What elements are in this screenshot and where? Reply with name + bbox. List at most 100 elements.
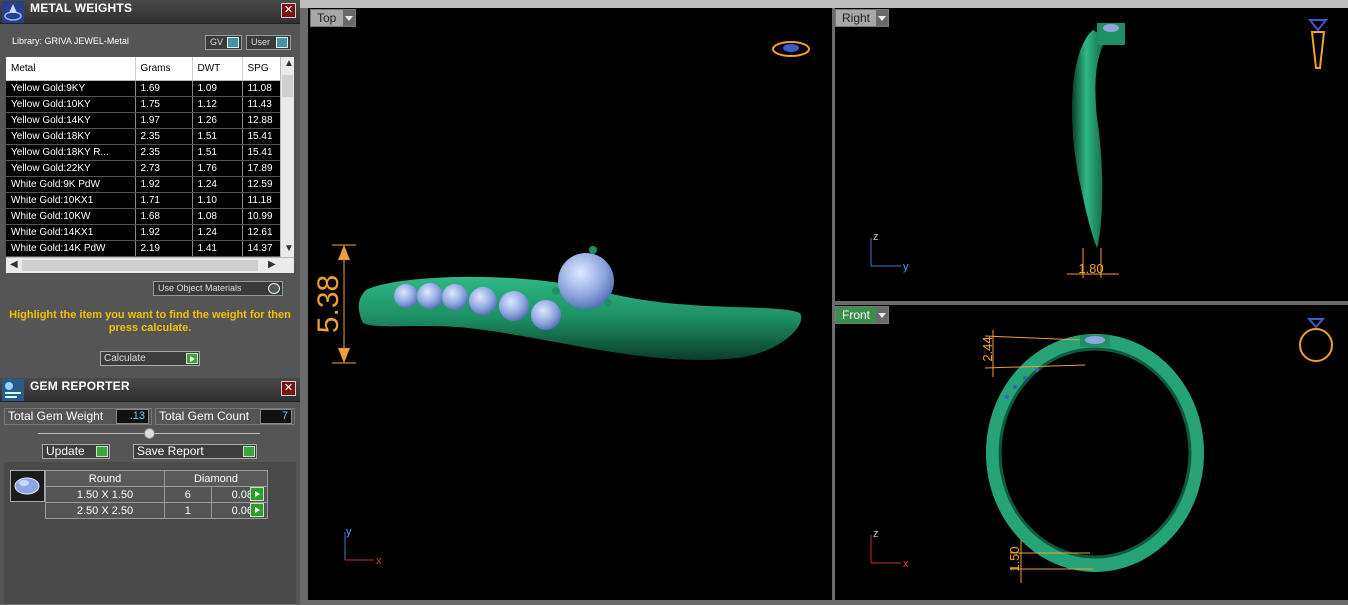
- top-dimension-label: 5.38: [312, 275, 345, 333]
- calculate-button[interactable]: Calculate: [100, 351, 200, 366]
- user-toggle-indicator: [276, 37, 288, 48]
- column-header-spg[interactable]: SPG: [242, 57, 281, 81]
- scroll-up-icon[interactable]: ▲: [284, 58, 294, 69]
- axis-v-label: z: [873, 231, 879, 243]
- dimension-line: [984, 335, 1081, 341]
- gem-row[interactable]: 2.50 X 2.50 1 0.06tw: [45, 502, 269, 519]
- gem-reporter-close-button[interactable]: ✕: [281, 381, 296, 396]
- use-object-materials-toggle[interactable]: Use Object Materials: [153, 281, 283, 296]
- gem-row[interactable]: 1.50 X 1.50 6 0.08tw: [45, 486, 269, 503]
- metal-table-horizontal-scrollbar[interactable]: ◀ ▶: [6, 257, 294, 273]
- metal-row[interactable]: White Gold:10KX1 1.71 1.10 11.18: [6, 192, 281, 209]
- scroll-down-icon[interactable]: ▼: [284, 243, 294, 254]
- metal-row[interactable]: Yellow Gold:10KY 1.75 1.12 11.43: [6, 96, 281, 113]
- metal-cell-metal: White Gold:14KX1: [6, 224, 136, 241]
- chevron-down-icon[interactable]: [876, 307, 888, 323]
- view-gem-icon: [1307, 19, 1329, 32]
- view-cube-icon[interactable]: [1310, 31, 1326, 69]
- metal-row[interactable]: White Gold:14K PdW 2.19 1.41 14.37: [6, 240, 281, 257]
- small-gem: [1013, 385, 1017, 389]
- top-viewport[interactable]: 5.38 y x Top: [308, 8, 832, 600]
- user-toggle-label: User: [251, 37, 271, 47]
- column-header-dwt[interactable]: DWT: [192, 57, 243, 81]
- tab-right[interactable]: Right: [835, 9, 889, 27]
- front-view-canvas[interactable]: 2.44 1.50 z x: [835, 305, 1348, 600]
- gv-toggle-label: GV: [210, 37, 224, 47]
- tab-front[interactable]: Front: [835, 306, 889, 324]
- metal-row[interactable]: Yellow Gold:9KY 1.69 1.09 11.08: [6, 80, 281, 97]
- metal-row[interactable]: White Gold:9K PdW 1.92 1.24 12.59: [6, 176, 281, 193]
- gem-row-select-button[interactable]: [250, 487, 264, 501]
- small-gem: [531, 300, 561, 330]
- metal-table-vertical-scrollbar[interactable]: ▲ ▼: [280, 57, 294, 257]
- metal-cell-spg: 17.89: [242, 160, 281, 177]
- center-gem: [1085, 336, 1105, 344]
- metal-cell-spg: 15.41: [242, 128, 281, 145]
- right-view-canvas[interactable]: 1.80 z y: [835, 8, 1348, 301]
- metal-cell-metal: White Gold:14K PdW: [6, 240, 136, 257]
- metal-cell-grams: 2.19: [135, 240, 193, 257]
- scroll-left-icon[interactable]: ◀: [10, 259, 18, 270]
- user-toggle[interactable]: User: [246, 35, 291, 50]
- gem-shape-header: Round: [45, 470, 165, 487]
- small-gem: [394, 284, 418, 308]
- metal-cell-grams: 1.92: [135, 224, 193, 241]
- metal-row[interactable]: Yellow Gold:18KY 2.35 1.51 15.41: [6, 128, 281, 145]
- metal-weights-icon: [2, 1, 24, 23]
- update-button[interactable]: Update: [42, 444, 110, 459]
- update-label: Update: [46, 444, 85, 458]
- column-header-grams[interactable]: Grams: [135, 57, 193, 81]
- ring-inner-edge: [998, 347, 1192, 559]
- metal-row[interactable]: White Gold:10KW 1.68 1.08 10.99: [6, 208, 281, 225]
- small-gem: [1005, 395, 1009, 399]
- gv-toggle[interactable]: GV: [205, 35, 242, 50]
- tab-right-label: Right: [842, 11, 871, 25]
- metal-cell-spg: 12.61: [242, 224, 281, 241]
- metal-weights-close-button[interactable]: ✕: [281, 3, 296, 18]
- chevron-down-icon[interactable]: [876, 10, 888, 26]
- vertical-scroll-thumb[interactable]: [282, 75, 293, 97]
- gem-count: 1: [164, 502, 212, 519]
- column-header-metal[interactable]: Metal: [6, 57, 136, 81]
- gem-reporter-title: GEM REPORTER: [30, 379, 130, 393]
- small-gem: [469, 287, 497, 315]
- round-gem-thumbnail: [10, 470, 45, 502]
- prong: [604, 299, 612, 307]
- play-icon: [96, 446, 108, 457]
- metal-row[interactable]: Yellow Gold:22KY 2.73 1.76 17.89: [6, 160, 281, 177]
- play-icon: [186, 353, 198, 364]
- right-viewport[interactable]: 1.80 z y Right: [835, 8, 1348, 301]
- gem-reporter-header: GEM REPORTER ✕: [0, 378, 300, 402]
- metal-cell-grams: 1.68: [135, 208, 193, 225]
- round-diamond-icon: [14, 477, 40, 495]
- total-gem-count-label: Total Gem Count: [159, 409, 250, 423]
- metal-row[interactable]: Yellow Gold:18KY R... 2.35 1.51 15.41: [6, 144, 281, 161]
- view-cube-icon[interactable]: [1299, 328, 1333, 362]
- metal-cell-spg: 11.08: [242, 80, 281, 97]
- metal-cell-dwt: 1.41: [192, 240, 243, 257]
- small-gem: [442, 284, 468, 310]
- gem-slider-knob[interactable]: [144, 428, 155, 439]
- metal-cell-dwt: 1.08: [192, 208, 243, 225]
- total-gem-count-value: 7: [260, 409, 292, 424]
- metal-cell-spg: 12.88: [242, 112, 281, 129]
- metal-cell-dwt: 1.24: [192, 224, 243, 241]
- metal-row[interactable]: Yellow Gold:14KY 1.97 1.26 12.88: [6, 112, 281, 129]
- metal-cell-metal: Yellow Gold:9KY: [6, 80, 136, 97]
- metal-row[interactable]: White Gold:14KX1 1.92 1.24 12.61: [6, 224, 281, 241]
- front-viewport[interactable]: 2.44 1.50 z x Front: [835, 305, 1348, 600]
- chevron-down-icon[interactable]: [343, 10, 355, 26]
- axis-h-label: x: [903, 558, 909, 570]
- right-dimension-label: 1.80: [1078, 261, 1103, 276]
- tab-top[interactable]: Top: [310, 9, 356, 27]
- gem-row-select-button[interactable]: [250, 503, 264, 517]
- axis-h-label: x: [376, 555, 382, 567]
- axis-v-label: y: [346, 526, 352, 538]
- horizontal-scroll-thumb[interactable]: [22, 260, 258, 271]
- gem-size: 1.50 X 1.50: [45, 486, 165, 503]
- tab-front-label: Front: [842, 308, 871, 322]
- top-view-canvas[interactable]: 5.38 y x: [308, 8, 832, 600]
- metal-cell-grams: 1.71: [135, 192, 193, 209]
- scroll-right-icon[interactable]: ▶: [268, 259, 276, 270]
- save-report-button[interactable]: Save Report: [133, 444, 257, 459]
